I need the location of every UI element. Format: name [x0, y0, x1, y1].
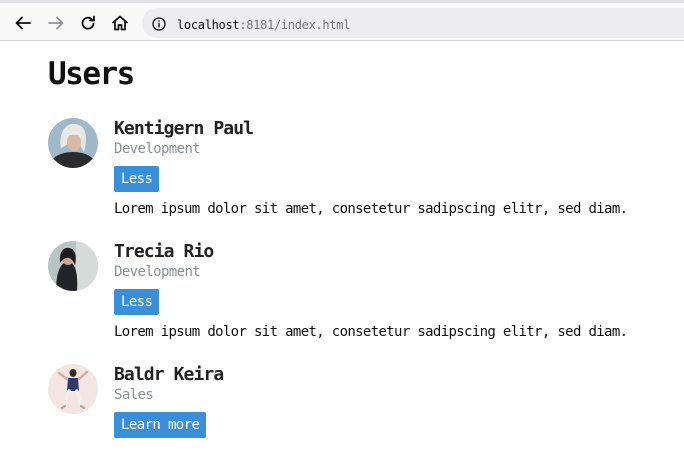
- reload-button[interactable]: [74, 9, 102, 37]
- user-card: Baldr Keira Sales Learn more: [48, 364, 668, 474]
- user-name: Baldr Keira: [114, 364, 224, 385]
- avatar-photo: [48, 118, 98, 168]
- user-card: Kentigern Paul Development Less Lorem ip…: [48, 118, 668, 228]
- user-department: Sales: [114, 387, 154, 403]
- user-description: Lorem ipsum dolor sit amet, consetetur s…: [114, 201, 628, 217]
- avatar-photo: [48, 241, 98, 291]
- url-host: localhost: [177, 18, 240, 32]
- avatar: [48, 118, 98, 168]
- learn-more-button[interactable]: Learn more: [114, 412, 207, 438]
- url-path: :8181/index.html: [239, 18, 351, 32]
- url-text[interactable]: localhost:8181/index.html: [177, 17, 350, 33]
- avatar-photo: [48, 364, 98, 414]
- browser-toolbar: localhost:8181/index.html: [0, 0, 684, 41]
- user-card: Trecia Rio Development Less Lorem ipsum …: [48, 241, 668, 351]
- less-button[interactable]: Less: [114, 289, 160, 315]
- user-name: Trecia Rio: [114, 241, 214, 262]
- arrow-left-icon: [15, 16, 31, 30]
- less-button[interactable]: Less: [114, 166, 160, 192]
- user-description: Lorem ipsum dolor sit amet, consetetur s…: [114, 324, 628, 340]
- page-title: Users: [48, 56, 135, 92]
- back-button[interactable]: [9, 9, 37, 37]
- user-name: Kentigern Paul: [114, 118, 254, 139]
- user-department: Development: [114, 141, 201, 157]
- forward-button[interactable]: [42, 9, 70, 37]
- avatar: [48, 241, 98, 291]
- user-department: Development: [114, 264, 201, 280]
- avatar: [48, 364, 98, 414]
- home-button[interactable]: [106, 9, 134, 37]
- arrow-right-icon: [48, 16, 64, 30]
- home-icon: [112, 15, 128, 31]
- reload-icon: [81, 15, 95, 30]
- info-icon[interactable]: [152, 17, 166, 31]
